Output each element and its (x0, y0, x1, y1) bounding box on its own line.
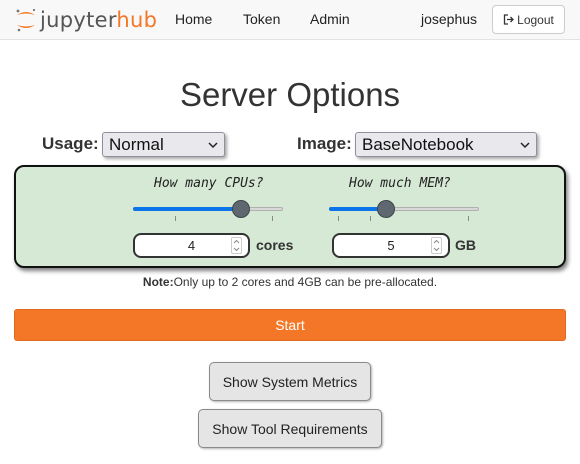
slider-tick (468, 216, 469, 221)
logout-label: Logout (517, 12, 554, 27)
cpu-input[interactable]: 4 (133, 233, 250, 258)
slider-tick (175, 216, 176, 221)
image-selected-value: BaseNotebook (362, 134, 474, 154)
sign-out-icon (503, 14, 515, 25)
nav-home-link[interactable]: Home (175, 11, 212, 27)
cpu-slider-thumb[interactable] (232, 200, 250, 218)
mem-question: How much MEM? (349, 176, 451, 191)
page-title: Server Options (179, 76, 401, 113)
mem-unit: GB (455, 237, 476, 253)
cpu-value: 4 (187, 238, 196, 253)
cpu-slider[interactable] (133, 200, 283, 231)
note-bold: Note: (142, 275, 174, 289)
jupyterhub-logo[interactable]: jupyterhub (14, 5, 157, 35)
slider-tick (272, 216, 273, 221)
mem-value: 5 (387, 238, 395, 253)
nav-token-link[interactable]: Token (243, 11, 280, 27)
logo-text: jupyterhub (40, 8, 158, 32)
image-label: Image: (297, 134, 352, 153)
navbar: jupyterhub Home Token Admin josephus Log… (0, 0, 580, 40)
usage-selected-value: Normal (109, 134, 164, 154)
show-tool-requirements-button[interactable]: Show Tool Requirements (198, 409, 382, 448)
image-select[interactable]: BaseNotebook (355, 132, 537, 157)
jupyter-logo-icon (16, 8, 36, 32)
mem-slider[interactable] (329, 200, 479, 231)
chevron-down-icon (520, 142, 530, 149)
usage-select[interactable]: Normal (102, 132, 225, 157)
nav-admin-link[interactable]: Admin (310, 11, 350, 27)
note-text: Only up to 2 cores and 4GB can be pre-al… (173, 275, 438, 289)
mem-input[interactable]: 5 (332, 233, 450, 258)
allocation-note: Note:Only up to 2 cores and 4GB can be p… (0, 275, 580, 289)
slider-tick (370, 216, 371, 221)
chevron-down-icon (208, 142, 218, 149)
spinner-arrows-icon[interactable] (231, 237, 242, 254)
logout-button[interactable]: Logout (492, 5, 565, 34)
spinner-arrows-icon[interactable] (431, 237, 442, 254)
slider-tick (338, 216, 339, 221)
usage-label: Usage: (42, 134, 99, 153)
cpu-unit: cores (256, 237, 294, 253)
start-button[interactable]: Start (14, 309, 566, 341)
user-name: josephus (421, 11, 478, 27)
mem-slider-thumb[interactable] (377, 200, 395, 218)
show-system-metrics-button[interactable]: Show System Metrics (209, 362, 371, 401)
cpu-question: How many CPUs? (154, 176, 264, 191)
cpu-slider-fill (133, 207, 241, 211)
resource-panel: How many CPUs? 4 cores How much MEM? 5 G… (14, 165, 566, 268)
